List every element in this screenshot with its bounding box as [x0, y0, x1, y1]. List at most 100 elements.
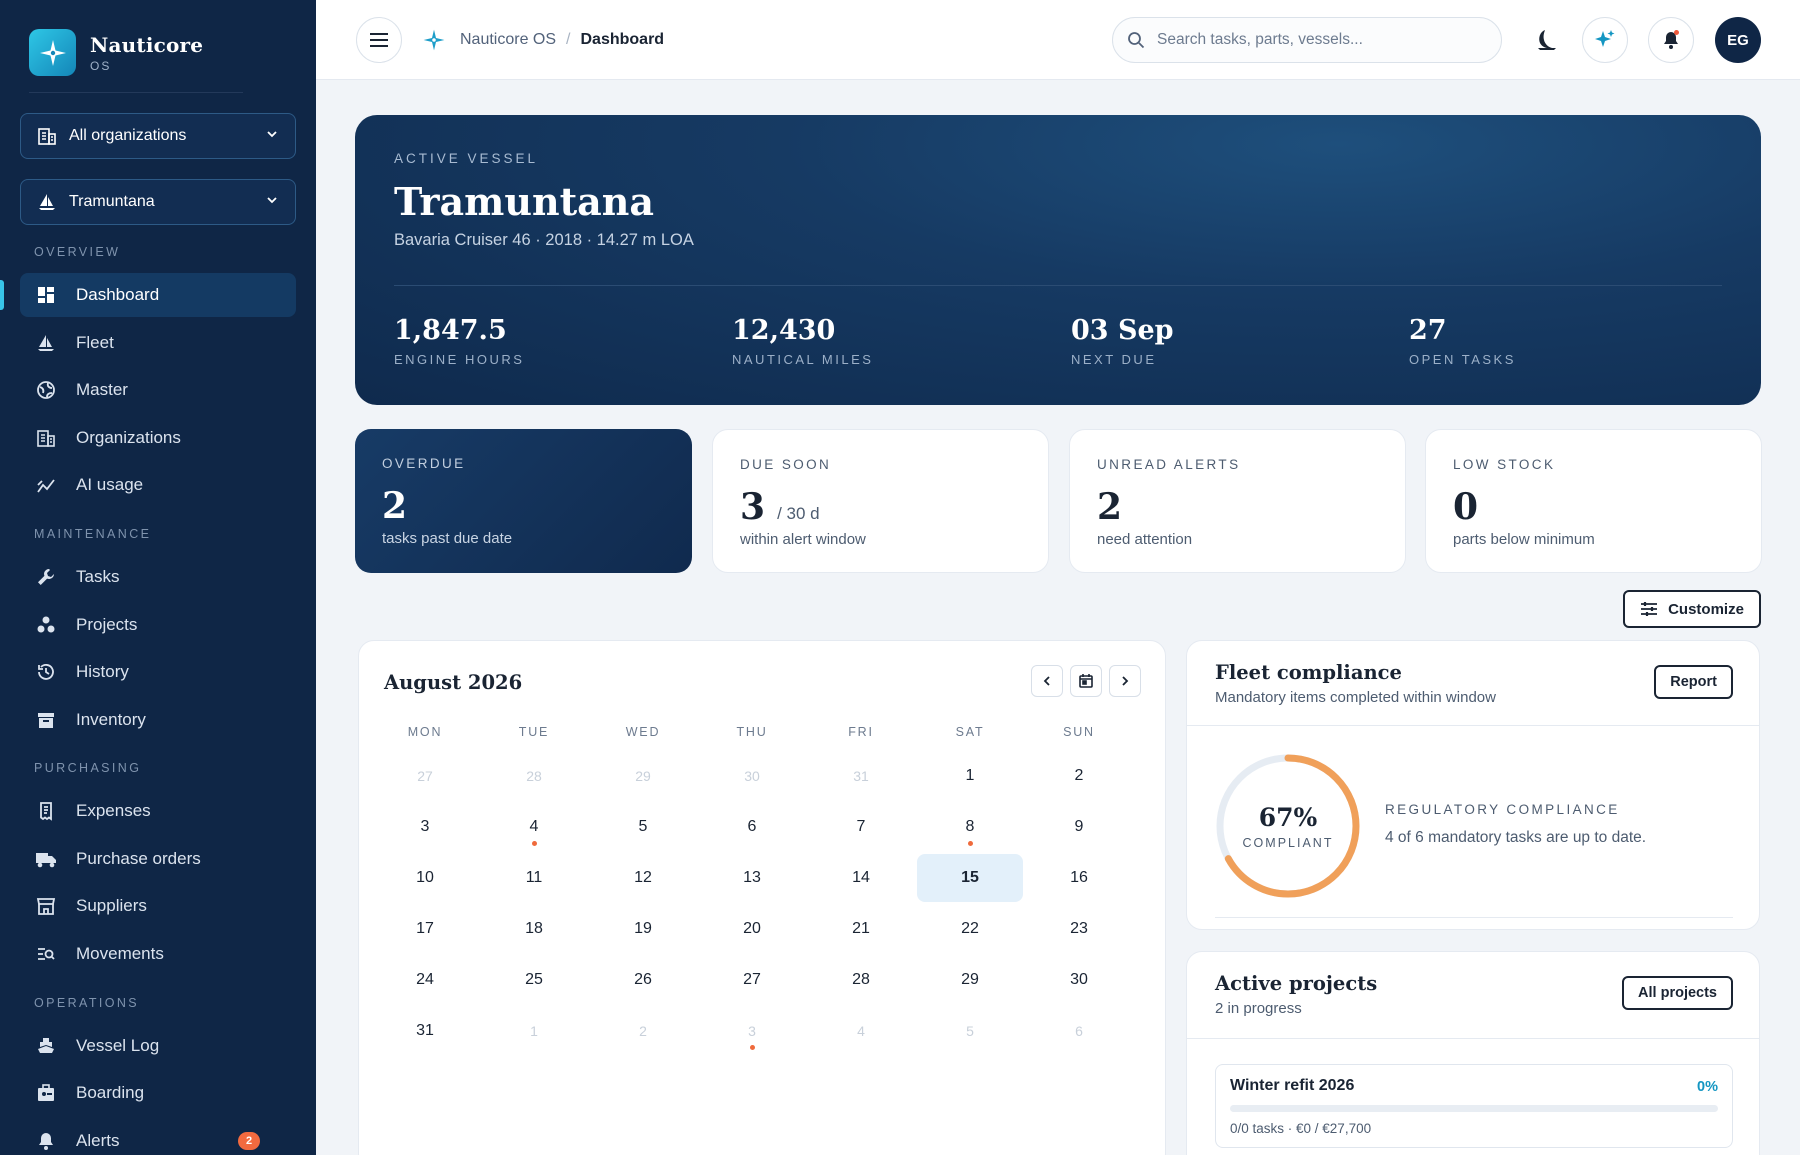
organization-select[interactable]: All organizations [20, 113, 296, 159]
stat-engine-hours: 1,847.5 ENGINE HOURS [394, 315, 524, 367]
calendar-day[interactable]: 22 [917, 905, 1023, 953]
nav-section-operations: OPERATIONS [34, 996, 140, 1010]
compliance-percent-label: COMPLIANT [1242, 835, 1334, 850]
sidebar-item-expenses[interactable]: Expenses [20, 789, 296, 833]
sidebar-item-master[interactable]: Master [20, 368, 296, 412]
kpi-card-low-stock[interactable]: LOW STOCK 0 parts below minimum [1425, 429, 1762, 573]
theme-toggle-button[interactable] [1524, 17, 1570, 63]
kpi-card-overdue[interactable]: OVERDUE 2 tasks past due date [355, 429, 692, 573]
kpi-label: UNREAD ALERTS [1097, 457, 1241, 472]
search-input[interactable] [1157, 31, 1487, 49]
store-icon [34, 894, 58, 918]
calendar-day[interactable]: 21 [808, 905, 914, 953]
calendar-day[interactable]: 17 [372, 905, 478, 953]
sidebar-item-alerts[interactable]: Alerts 2 [20, 1119, 296, 1155]
calendar-day[interactable]: 27 [372, 752, 478, 800]
calendar-day[interactable]: 24 [372, 956, 478, 1004]
calendar-day[interactable]: 5 [590, 803, 696, 851]
sidebar-item-suppliers[interactable]: Suppliers [20, 884, 296, 928]
calendar-day[interactable]: 30 [1026, 956, 1132, 1004]
calendar-day[interactable]: 10 [372, 854, 478, 902]
stat-label: NEXT DUE [1071, 352, 1157, 367]
calendar-day[interactable]: 14 [808, 854, 914, 902]
calendar-day[interactable]: 31 [372, 1007, 478, 1055]
calendar-day[interactable]: 6 [699, 803, 805, 851]
sidebar-item-label: Projects [76, 615, 138, 634]
calendar-day[interactable]: 4 [808, 1007, 914, 1055]
divider [394, 285, 1722, 286]
sidebar-item-tasks[interactable]: Tasks [20, 555, 296, 599]
sidebar-item-projects[interactable]: Projects [20, 603, 296, 647]
calendar-day[interactable]: 13 [699, 854, 805, 902]
calendar-day[interactable]: 3 [699, 1007, 805, 1055]
calendar-day[interactable]: 2 [590, 1007, 696, 1055]
calendar-day[interactable]: 29 [590, 752, 696, 800]
calendar-day[interactable]: 23 [1026, 905, 1132, 953]
calendar-day[interactable]: 26 [590, 956, 696, 1004]
breadcrumb-separator: / [566, 31, 571, 48]
calendar-day[interactable]: 18 [481, 905, 587, 953]
calendar-day[interactable]: 27 [699, 956, 805, 1004]
calendar-day[interactable]: 12 [590, 854, 696, 902]
avatar[interactable]: EG [1715, 17, 1761, 63]
kpi-note: within alert window [740, 531, 866, 548]
sidebar-item-label: Vessel Log [76, 1036, 160, 1055]
sidebar-item-label: Master [76, 380, 128, 399]
sidebar-item-history[interactable]: History [20, 650, 296, 694]
calendar-prev-button[interactable] [1031, 665, 1063, 697]
calendar-day[interactable]: 31 [808, 752, 914, 800]
calendar-day-today[interactable]: 15 [917, 854, 1023, 902]
calendar-day[interactable]: 7 [808, 803, 914, 851]
kpi-card-due-soon[interactable]: DUE SOON 3 / 30 d within alert window [712, 429, 1049, 573]
calendar-day[interactable]: 28 [481, 752, 587, 800]
sidebar-item-label: Expenses [76, 801, 151, 820]
sidebar-item-movements[interactable]: Movements [20, 932, 296, 976]
breadcrumb-root[interactable]: Nauticore OS [460, 31, 556, 49]
report-button[interactable]: Report [1654, 665, 1733, 699]
calendar-day-number: 23 [1070, 920, 1088, 937]
menu-button[interactable] [356, 17, 402, 63]
sidebar-item-vessel-log[interactable]: Vessel Log [20, 1024, 296, 1068]
customize-button[interactable]: Customize [1623, 590, 1761, 628]
calendar-day[interactable]: 25 [481, 956, 587, 1004]
calendar-day[interactable]: 11 [481, 854, 587, 902]
calendar-day[interactable]: 1 [481, 1007, 587, 1055]
sidebar-item-organizations[interactable]: Organizations [20, 416, 296, 460]
sidebar-item-boarding[interactable]: Boarding [20, 1071, 296, 1115]
weekday-header: TUE [518, 725, 550, 739]
vessel-select[interactable]: Tramuntana [20, 179, 296, 225]
calendar-day[interactable]: 19 [590, 905, 696, 953]
calendar-day[interactable]: 1 [917, 752, 1023, 800]
sidebar-item-ai-usage[interactable]: AI usage [20, 463, 296, 507]
calendar-day-number: 16 [1070, 869, 1088, 886]
sidebar-item-fleet[interactable]: Fleet [20, 321, 296, 365]
search-box[interactable] [1112, 17, 1502, 63]
search-icon [1128, 32, 1145, 49]
calendar-day[interactable]: 28 [808, 956, 914, 1004]
sidebar-item-inventory[interactable]: Inventory [20, 698, 296, 742]
calendar-day[interactable]: 2 [1026, 752, 1132, 800]
moon-sail-icon [1538, 30, 1556, 50]
sidebar-item-dashboard[interactable]: Dashboard [20, 273, 296, 317]
notifications-button[interactable] [1648, 17, 1694, 63]
calendar-day[interactable]: 30 [699, 752, 805, 800]
kpi-card-unread-alerts[interactable]: UNREAD ALERTS 2 need attention [1069, 429, 1406, 573]
calendar-today-button[interactable] [1070, 665, 1102, 697]
calendar-next-button[interactable] [1109, 665, 1141, 697]
calendar-day[interactable]: 6 [1026, 1007, 1132, 1055]
calendar-day[interactable]: 20 [699, 905, 805, 953]
all-projects-button[interactable]: All projects [1622, 976, 1733, 1010]
brand[interactable]: Nauticore OS [29, 29, 203, 76]
calendar-day[interactable]: 4 [481, 803, 587, 851]
calendar-day[interactable]: 3 [372, 803, 478, 851]
project-item[interactable]: Winter refit 2026 0% 0/0 tasks · €0 / €2… [1215, 1064, 1733, 1148]
ai-assistant-button[interactable] [1582, 17, 1628, 63]
calendar-day[interactable]: 16 [1026, 854, 1132, 902]
sidebar-item-purchase-orders[interactable]: Purchase orders [20, 837, 296, 881]
calendar-day[interactable]: 29 [917, 956, 1023, 1004]
calendar-day[interactable]: 9 [1026, 803, 1132, 851]
calendar-day[interactable]: 8 [917, 803, 1023, 851]
calendar-day-number: 1 [965, 767, 975, 784]
calendar-day[interactable]: 5 [917, 1007, 1023, 1055]
kpi-value: 0 [1453, 486, 1479, 528]
